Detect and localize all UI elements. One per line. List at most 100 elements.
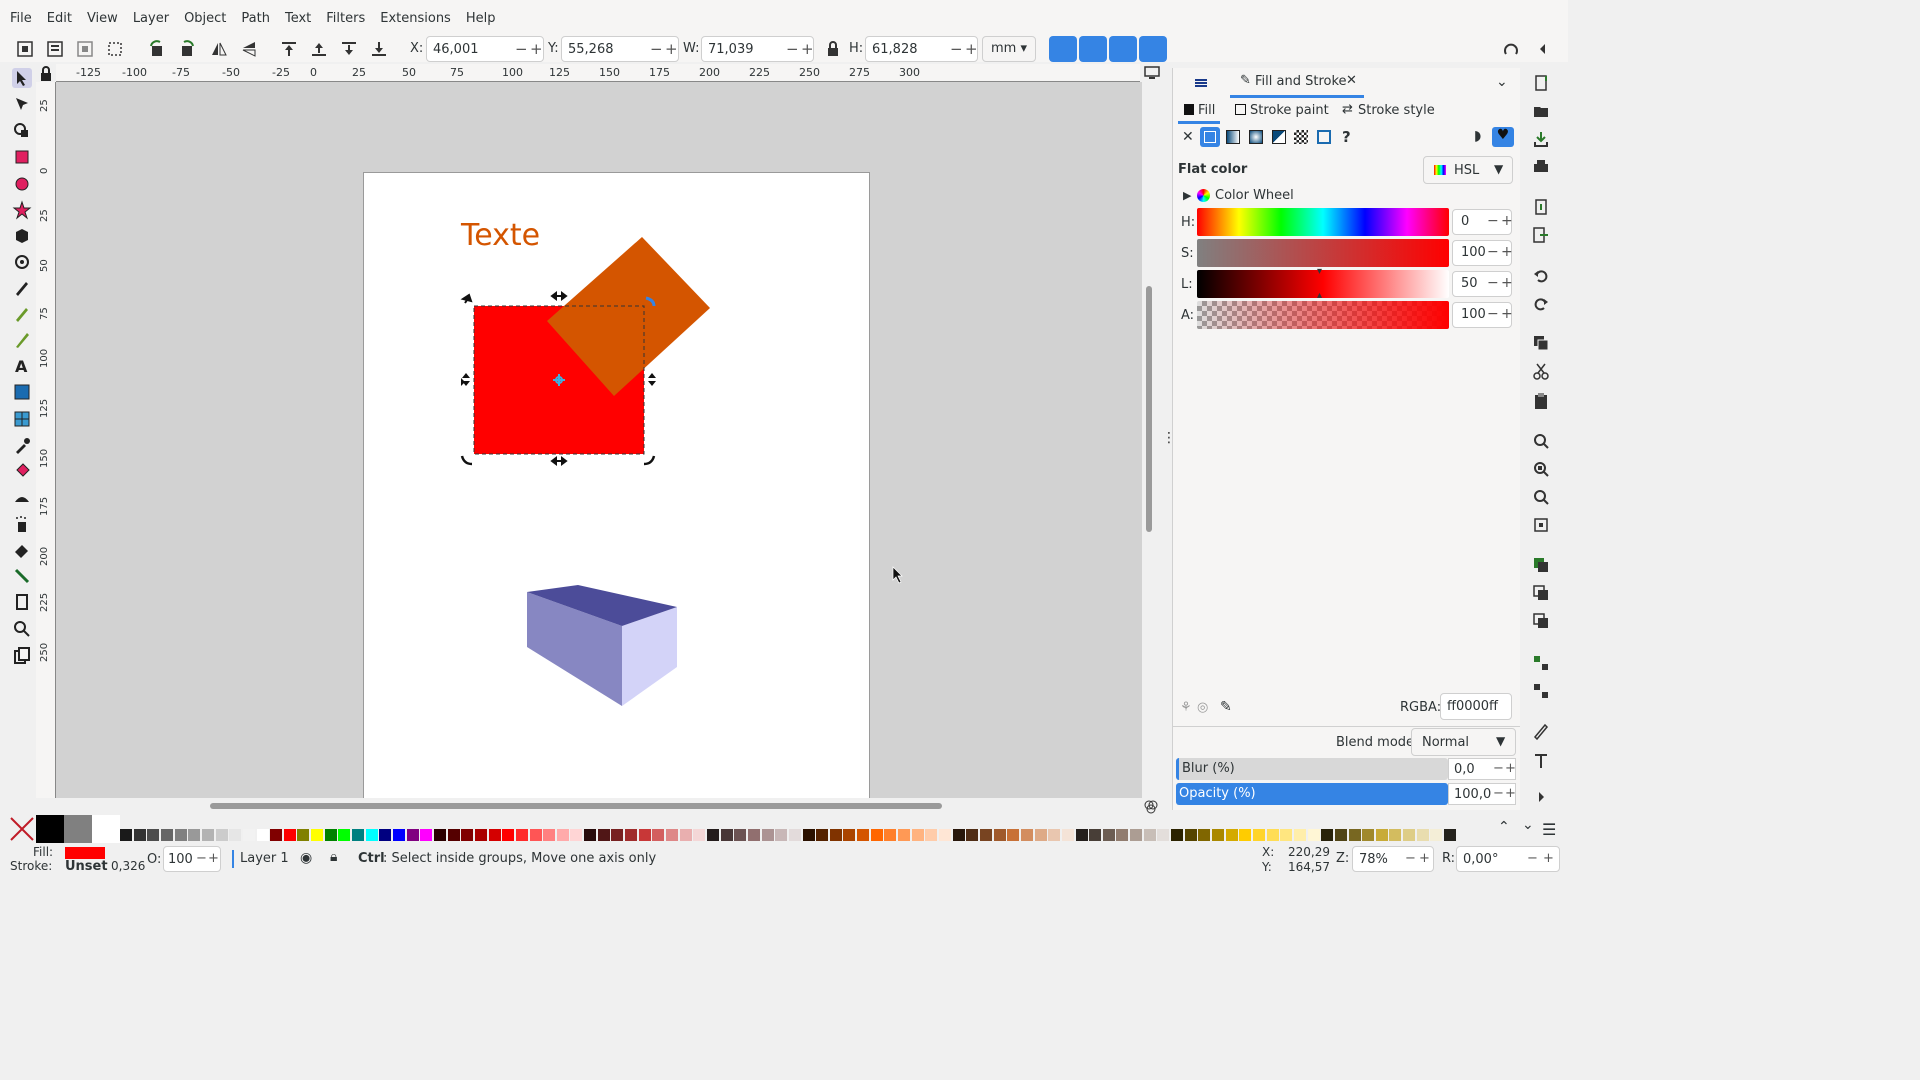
- menu-file[interactable]: File: [10, 11, 32, 26]
- selector-tool-icon[interactable]: [12, 68, 32, 88]
- lightness-slider[interactable]: [1197, 270, 1449, 298]
- import-icon[interactable]: [1532, 198, 1550, 216]
- palette-swatch[interactable]: [215, 829, 228, 841]
- palette-swatch[interactable]: [120, 829, 132, 841]
- export-icon[interactable]: [1532, 226, 1550, 244]
- vertical-scrollbar[interactable]: [1146, 286, 1152, 532]
- palette-swatch[interactable]: [1034, 829, 1047, 841]
- palette-swatch[interactable]: [515, 829, 528, 841]
- unit-dropdown[interactable]: mm ▾: [982, 36, 1036, 62]
- palette-swatch[interactable]: [174, 829, 187, 841]
- zoom-field[interactable]: 78% − +: [1352, 846, 1434, 872]
- alpha-value-field[interactable]: 100− +: [1452, 302, 1513, 328]
- y-plus-button[interactable]: +: [665, 40, 678, 58]
- color-manage-icon[interactable]: [1143, 799, 1159, 815]
- lightness-value-field[interactable]: 50− +: [1452, 271, 1513, 297]
- palette-menu-icon[interactable]: ☰: [1542, 820, 1556, 839]
- opacity-minus[interactable]: −: [1493, 786, 1504, 801]
- palette-swatch[interactable]: [1362, 829, 1375, 841]
- raise-icon[interactable]: [310, 40, 328, 58]
- palette-swatch[interactable]: [1130, 829, 1143, 841]
- palette-swatch[interactable]: [829, 829, 842, 841]
- y-minus-button[interactable]: −: [650, 40, 663, 58]
- palette-swatch[interactable]: [857, 829, 870, 841]
- palette-swatch[interactable]: [884, 829, 897, 841]
- menu-help[interactable]: Help: [466, 11, 496, 26]
- palette-swatch[interactable]: [747, 829, 760, 841]
- star-tool-icon[interactable]: [12, 200, 32, 220]
- lower-icon[interactable]: [340, 40, 358, 58]
- h-minus-button[interactable]: −: [950, 40, 963, 58]
- palette-swatch[interactable]: [474, 829, 487, 841]
- palette-swatch[interactable]: [461, 829, 474, 841]
- calligraphy-tool-icon[interactable]: [12, 330, 32, 350]
- palette-swatch[interactable]: [447, 829, 460, 841]
- vertical-ruler[interactable]: 25 0 25 50 75 100 125 150 175 200 225 250: [36, 82, 56, 798]
- palette-swatch[interactable]: [939, 829, 951, 841]
- palette-swatch[interactable]: [816, 829, 829, 841]
- palette-swatch[interactable]: [529, 829, 542, 841]
- palette-swatch[interactable]: [283, 829, 296, 841]
- menu-path[interactable]: Path: [241, 11, 270, 26]
- palette-swatch[interactable]: [570, 829, 583, 841]
- palette-swatch[interactable]: [502, 829, 515, 841]
- palette-swatch[interactable]: [693, 829, 706, 841]
- menu-layer[interactable]: Layer: [133, 11, 169, 26]
- display-mode-icon[interactable]: [1144, 66, 1160, 80]
- lower-to-bottom-icon[interactable]: [370, 40, 388, 58]
- horizontal-ruler[interactable]: -125 -100 -75 -50 -25 0 25 50 75 100 125 150 175 200 2…: [56, 64, 1140, 82]
- menu-edit[interactable]: Edit: [47, 11, 72, 26]
- blur-minus[interactable]: −: [1493, 761, 1504, 776]
- palette-swatch[interactable]: [420, 829, 433, 841]
- palette-swatch[interactable]: [1348, 829, 1361, 841]
- palette-swatch[interactable]: [720, 829, 733, 841]
- rotate-ccw-icon[interactable]: [148, 40, 166, 58]
- group-icon[interactable]: [1532, 654, 1550, 672]
- zoom-selection-icon[interactable]: [1532, 432, 1550, 450]
- palette-scroll-up-icon[interactable]: ⌃: [1498, 819, 1510, 835]
- palette-swatch[interactable]: [1020, 829, 1033, 841]
- palette-swatch[interactable]: [379, 829, 392, 841]
- palette-swatch[interactable]: [256, 829, 269, 841]
- alpha-slider[interactable]: [1197, 301, 1449, 329]
- menu-extensions[interactable]: Extensions: [380, 11, 451, 26]
- menu-view[interactable]: View: [87, 11, 118, 26]
- unlink-clone-icon[interactable]: [1532, 612, 1550, 630]
- hue-slider[interactable]: [1197, 208, 1449, 236]
- palette-swatch[interactable]: [1143, 829, 1156, 841]
- subtab-stroke-paint[interactable]: Stroke paint: [1230, 98, 1330, 124]
- rotation-plus[interactable]: +: [1543, 851, 1554, 866]
- status-opacity-plus[interactable]: +: [208, 851, 219, 866]
- palette-swatch[interactable]: [1266, 829, 1279, 841]
- deselect-icon[interactable]: [76, 40, 94, 58]
- skew-handle-s[interactable]: [550, 456, 568, 466]
- palette-swatch[interactable]: [1334, 829, 1347, 841]
- rotate-handle-se[interactable]: [643, 455, 656, 466]
- zoom-minus[interactable]: −: [1405, 851, 1416, 866]
- ellipse-tool-icon[interactable]: [12, 174, 32, 194]
- status-opacity-field[interactable]: 100 − +: [163, 846, 221, 872]
- palette-swatch[interactable]: [1198, 829, 1211, 841]
- pages-tool-icon[interactable]: [12, 646, 32, 666]
- flip-vertical-icon[interactable]: [240, 40, 258, 58]
- select-all-layers-icon[interactable]: [46, 40, 64, 58]
- palette-swatch[interactable]: [597, 829, 610, 841]
- layers-dock-icon[interactable]: [1192, 74, 1210, 92]
- palette-swatch[interactable]: [1444, 829, 1457, 841]
- palette-swatch[interactable]: [1007, 829, 1020, 841]
- palette-swatch[interactable]: [734, 829, 747, 841]
- palette-swatch[interactable]: [802, 829, 815, 841]
- copy-icon[interactable]: [1532, 334, 1550, 352]
- mesh-tool-icon[interactable]: [12, 409, 32, 429]
- palette-swatch[interactable]: [365, 829, 378, 841]
- node-tool-icon[interactable]: [12, 94, 32, 114]
- palette-swatch[interactable]: [36, 815, 64, 843]
- h-plus-button[interactable]: +: [965, 40, 978, 58]
- palette-swatch[interactable]: [775, 829, 788, 841]
- connector-tool-icon[interactable]: [12, 566, 32, 586]
- 3d-box-tool-icon[interactable]: [12, 226, 32, 246]
- close-tab-icon[interactable]: ✕: [1346, 73, 1357, 88]
- palette-swatch[interactable]: [1048, 829, 1061, 841]
- panel-menu-chevron-icon[interactable]: ⌄: [1496, 74, 1516, 92]
- pencil-tool-icon[interactable]: [12, 304, 32, 324]
